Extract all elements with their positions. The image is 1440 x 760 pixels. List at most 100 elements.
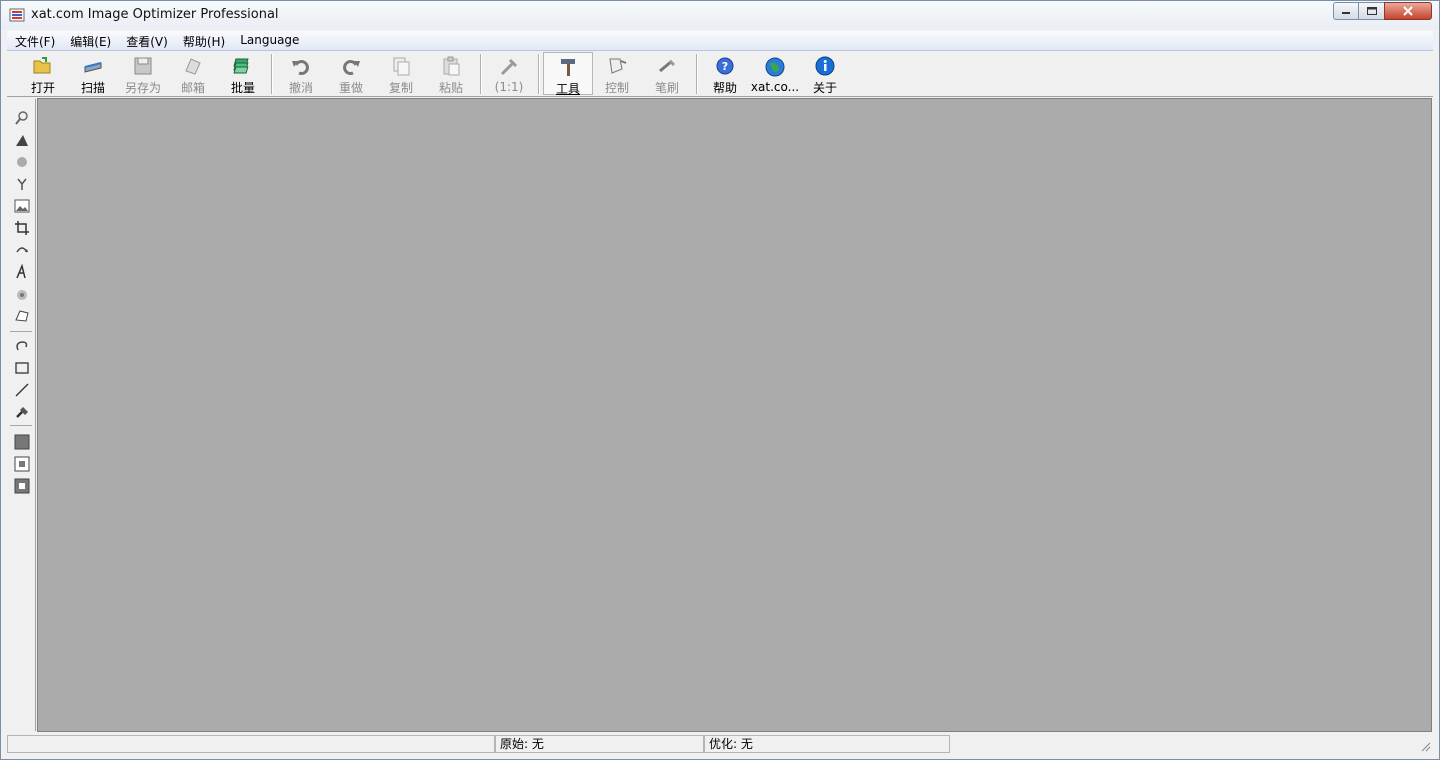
close-button[interactable]: [1384, 2, 1432, 20]
toolstrip-separator: [10, 425, 32, 426]
open-folder-icon: [33, 57, 51, 74]
status-bar: 原始: 无 优化: 无: [7, 734, 1433, 754]
open-label: 打开: [30, 81, 55, 95]
fill-mode-solid[interactable]: [13, 433, 31, 451]
rotate-icon: [16, 247, 28, 253]
line-icon: [15, 383, 29, 397]
rotate-tool[interactable]: [13, 241, 31, 259]
toolbar: 打开 扫描 另存为 邮箱 批量 撤消 重做 复制 粘贴 (1:1) 工具 控制 …: [7, 52, 1433, 97]
app-icon: [9, 8, 25, 22]
scan-label: 扫描: [80, 81, 105, 95]
website-label: xat.co...: [750, 80, 800, 94]
lasso-tool[interactable]: [13, 337, 31, 355]
effect-icon: [17, 290, 27, 300]
help-icon: ?: [716, 57, 734, 75]
menu-edit[interactable]: 编辑(E): [62, 31, 118, 50]
batch-label: 批量: [230, 81, 255, 95]
paste-label: 粘贴: [438, 81, 463, 95]
maximize-button[interactable]: [1358, 2, 1385, 20]
app-window: xat.com Image Optimizer Professional 文件(…: [0, 0, 1440, 760]
fill-mode-inverse[interactable]: [13, 477, 31, 495]
menu-bar: 文件(F) 编辑(E) 查看(V) 帮助(H) Language: [7, 31, 1433, 51]
zoom-1to1-label: (1:1): [494, 80, 524, 94]
crop-icon: [15, 221, 29, 235]
solid-fill-icon: [14, 434, 30, 450]
text-tool[interactable]: [13, 263, 31, 281]
paste-button[interactable]: 粘贴: [426, 52, 476, 95]
redo-icon: [343, 60, 360, 75]
help-button[interactable]: ? 帮助: [700, 52, 750, 95]
redo-button[interactable]: 重做: [326, 52, 376, 95]
text-icon: [16, 264, 26, 279]
open-button[interactable]: 打开: [18, 52, 68, 95]
crop-tool[interactable]: [13, 219, 31, 237]
brush-button[interactable]: 笔刷: [642, 52, 692, 95]
stamp-tool[interactable]: [13, 307, 31, 325]
menu-file[interactable]: 文件(F): [7, 31, 62, 50]
control-button[interactable]: 控制: [592, 52, 642, 95]
scanner-icon: [84, 62, 102, 73]
control-icon: [609, 58, 627, 74]
batch-button[interactable]: 批量: [218, 52, 268, 95]
menu-language[interactable]: Language: [232, 31, 306, 50]
status-original: 原始: 无: [495, 735, 704, 753]
help-label: 帮助: [712, 81, 737, 95]
menu-help[interactable]: 帮助(H): [175, 31, 232, 50]
tools-button[interactable]: 工具: [543, 52, 593, 96]
rectangle-tool[interactable]: [13, 359, 31, 377]
status-pane-main: [7, 735, 495, 753]
rectangle-icon: [15, 362, 29, 374]
brush-label: 笔刷: [654, 81, 679, 95]
scan-button[interactable]: 扫描: [68, 52, 118, 95]
hammer-wrench-icon: [500, 58, 518, 75]
toolbar-separator: [696, 54, 698, 94]
brush-tool[interactable]: [13, 403, 31, 421]
minimize-icon: [1342, 12, 1350, 14]
info-icon: [815, 56, 835, 76]
close-icon: [1403, 6, 1413, 16]
stamp-icon: [15, 310, 29, 322]
tool-strip: [7, 99, 36, 731]
redo-label: 重做: [338, 81, 363, 95]
mail-button[interactable]: 邮箱: [168, 52, 218, 95]
save-as-label: 另存为: [124, 81, 161, 95]
line-tool[interactable]: [13, 381, 31, 399]
image-icon: [14, 199, 30, 213]
sharpen-tool[interactable]: [13, 131, 31, 149]
triangle-icon: [16, 135, 28, 146]
undo-button[interactable]: 撤消: [276, 52, 326, 95]
zoom-1to1-button[interactable]: (1:1): [484, 52, 534, 94]
image-tool[interactable]: [13, 197, 31, 215]
tools-label: 工具: [555, 82, 580, 96]
toolbar-separator: [480, 54, 482, 94]
svg-text:?: ?: [722, 60, 728, 73]
image-canvas[interactable]: [37, 98, 1432, 732]
globe-icon: [765, 57, 785, 76]
menu-view[interactable]: 查看(V): [118, 31, 175, 50]
about-button[interactable]: 关于: [800, 52, 850, 95]
resize-grip-icon[interactable]: [1419, 740, 1431, 752]
sphere-icon: [17, 157, 27, 167]
undo-icon: [292, 60, 309, 75]
undo-label: 撤消: [288, 81, 313, 95]
website-button[interactable]: xat.co...: [750, 52, 800, 94]
fork-icon: [17, 178, 27, 190]
title-bar[interactable]: xat.com Image Optimizer Professional: [1, 1, 1439, 29]
control-label: 控制: [604, 81, 629, 95]
minimize-button[interactable]: [1333, 2, 1359, 20]
zoom-tool[interactable]: [13, 109, 31, 127]
fill-mode-outline[interactable]: [13, 455, 31, 473]
batch-icon: [233, 58, 249, 74]
copy-button[interactable]: 复制: [376, 52, 426, 95]
paste-icon: [443, 56, 460, 76]
blur-tool[interactable]: [13, 153, 31, 171]
about-label: 关于: [812, 81, 837, 95]
color-tool[interactable]: [13, 175, 31, 193]
save-as-button[interactable]: 另存为: [118, 52, 168, 95]
outline-fill-icon: [14, 456, 30, 472]
magnifier-icon: [15, 111, 28, 125]
inverse-fill-icon: [14, 478, 30, 494]
status-optimized: 优化: 无: [704, 735, 950, 753]
effect-tool[interactable]: [13, 285, 31, 303]
hammer-icon: [561, 59, 575, 76]
